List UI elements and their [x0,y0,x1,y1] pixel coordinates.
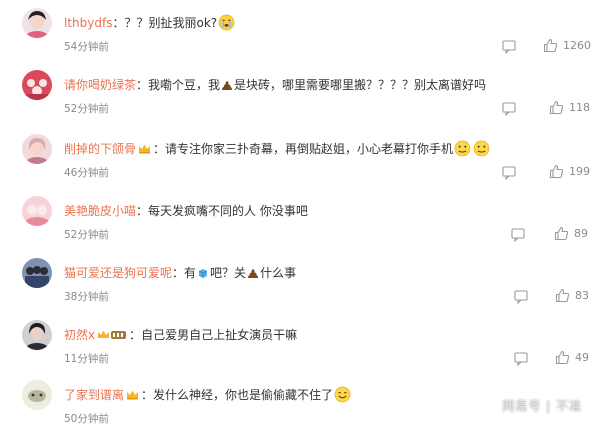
comment-item: 猫可爱还是狗可爱呢：有 吧？关 什么事 38分钟前 83 [0,258,600,316]
avatar[interactable] [22,380,52,410]
comment-text: 发什么神经，你也是偷偷藏不住了 [153,388,334,402]
comment-line: 请你喝奶绿茶：我嘞个豆，我 是块砖，哪里需要哪里搬？？？？别太离谱好吗 [64,75,580,95]
like-thumb-icon[interactable] [555,288,570,303]
comment-reply-icon[interactable] [502,102,516,116]
poop-emoji-icon [248,269,259,278]
avatar[interactable] [22,320,52,350]
comment-feed: lthbydfs：？？别扯我丽ok? 54分钟前 1260 请你喝奶绿茶：我嘞个… [0,0,600,426]
like-thumb-icon[interactable] [543,38,558,53]
grimace-emoji-icon [473,140,490,157]
separator: ： [141,388,154,402]
poop-emoji-icon [222,81,233,90]
like-thumb-icon[interactable] [549,100,564,115]
username[interactable]: 削掉的下颌骨 [64,142,136,156]
crown-badge-icon [139,144,151,154]
crown-badge-icon [127,390,139,400]
like-count: 49 [575,351,589,364]
comment-text: 自己爱男自己上扯女演员干嘛 [141,328,298,342]
comment-reply-icon[interactable] [511,228,525,242]
grimace-emoji-icon [454,140,471,157]
like-count: 83 [575,289,589,302]
comment-reply-icon[interactable] [502,40,516,54]
smile-emoji-icon [334,386,351,403]
comment-reply-icon[interactable] [514,290,528,304]
comment-reply-icon[interactable] [502,166,516,180]
timestamp: 52分钟前 [64,103,109,115]
comment-line: 削掉的下颌骨 ：请专注你家三扑奇幕，再倒贴赵姐，小心老幕打你手机 [64,139,580,159]
comment-item: 削掉的下颌骨 ：请专注你家三扑奇幕，再倒贴赵姐，小心老幕打你手机 46分钟前 19… [0,134,600,192]
timestamp: 50分钟前 [64,413,109,425]
comment-text: 是块砖，哪里需要哪里搬？？？？别太离谱好吗 [234,78,487,92]
like-count: 199 [569,165,590,178]
comment-item: lthbydfs：？？别扯我丽ok? 54分钟前 1260 [0,8,600,66]
comment-line: lthbydfs：？？别扯我丽ok? [64,13,580,33]
comment-line: 初然x ：自己爱男自己上扯女演员干嘛 [64,325,580,345]
vip-badge-icon [98,330,127,339]
username[interactable]: 猫可爱还是狗可爱呢 [64,266,172,280]
comment-text: 我嘞个豆，我 [148,78,221,92]
timestamp: 52分钟前 [64,229,109,241]
like-thumb-icon[interactable] [549,164,564,179]
avatar[interactable] [22,196,52,226]
like-thumb-icon[interactable] [554,226,569,241]
like-thumb-icon[interactable] [555,350,570,365]
crying-emoji-icon [218,14,235,31]
comment-text: 吧？关 [210,266,247,280]
username[interactable]: lthbydfs [64,16,112,30]
comment-item: 请你喝奶绿茶：我嘞个豆，我 是块砖，哪里需要哪里搬？？？？别太离谱好吗 52分钟前… [0,70,600,128]
separator: ： [172,266,185,280]
like-count: 118 [569,101,590,114]
comment-item: 初然x ：自己爱男自己上扯女演员干嘛 11分钟前 49 [0,320,600,378]
username[interactable]: 初然x [64,328,95,342]
watermark: 网易号 | 不准 [502,399,582,413]
avatar[interactable] [22,258,52,288]
timestamp: 38分钟前 [64,291,109,303]
username[interactable]: 美艳脆皮小喵 [64,204,136,218]
comment-item: 美艳脆皮小喵：每天发疯嘴不同的人 你没事吧 52分钟前 89 [0,196,600,254]
like-count: 1260 [563,39,591,52]
comment-reply-icon[interactable] [514,352,528,366]
separator: ： [112,16,125,30]
comment-line: 猫可爱还是狗可爱呢：有 吧？关 什么事 [64,263,580,283]
comment-text: 请专注你家三扑奇幕，再倒贴赵姐，小心老幕打你手机 [165,142,454,156]
username[interactable]: 请你喝奶绿茶 [64,78,136,92]
comment-text: 有 [184,266,197,280]
avatar[interactable] [22,70,52,100]
comment-line: 美艳脆皮小喵：每天发疯嘴不同的人 你没事吧 [64,201,580,221]
separator: ： [136,78,149,92]
timestamp: 54分钟前 [64,41,109,53]
comment-text: 什么事 [260,266,297,280]
separator: ： [129,328,142,342]
separator: ： [153,142,166,156]
timestamp: 11分钟前 [64,353,109,365]
like-count: 89 [574,227,588,240]
comment-text: ？？别扯我丽ok? [124,16,218,30]
avatar[interactable] [22,134,52,164]
ice-cube-emoji-icon [198,269,208,278]
avatar[interactable] [22,8,52,38]
separator: ： [136,204,149,218]
timestamp: 46分钟前 [64,167,109,179]
username[interactable]: 了家到谱离 [64,388,124,402]
comment-text: 每天发疯嘴不同的人 你没事吧 [148,204,308,218]
